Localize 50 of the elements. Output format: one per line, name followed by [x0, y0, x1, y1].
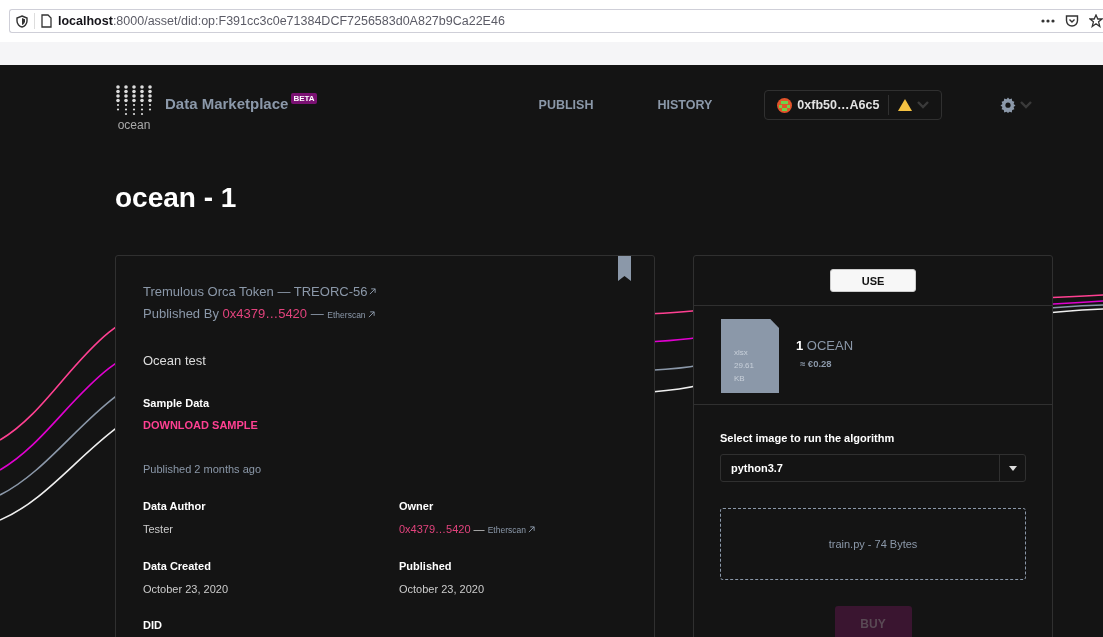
use-tab[interactable]: USE [830, 269, 916, 292]
nav-link[interactable]: PUBLISH [538, 98, 594, 112]
description-text: Ocean test [143, 353, 207, 368]
field-label: Published [399, 559, 453, 573]
beta-badge: BETA [291, 92, 317, 104]
star-icon[interactable] [1089, 14, 1103, 28]
datatoken-link[interactable]: Tremulous Orca Token — TREORC-56 [143, 284, 377, 299]
etherscan-link[interactable]: Etherscan [487, 525, 535, 535]
address-link[interactable]: 0x4379…5420 [222, 306, 308, 321]
site-title[interactable]: Data Marketplace [165, 94, 289, 112]
caret-icon [1008, 465, 1017, 471]
nav-link[interactable]: HISTORY [657, 98, 713, 112]
logo-icon[interactable] [115, 84, 153, 117]
external-link-icon [369, 288, 377, 295]
field-label: Data Created [143, 559, 212, 573]
avatar-icon [777, 97, 793, 113]
field-value: October 23, 2020 [143, 582, 229, 596]
url-text: localhost:8000/asset/did:op:F391cc3c0e71384DCF7256583d0A827b9Ca22E46 [58, 14, 505, 28]
etherscan-link[interactable]: Etherscan [327, 310, 375, 320]
algorithm-dropzone[interactable]: train.py - 74 Bytes [720, 508, 1026, 580]
external-link-icon [527, 526, 535, 533]
page-icon [41, 14, 52, 28]
field-label: Owner [399, 499, 435, 513]
select-label: Select image to run the algorithm [720, 431, 896, 445]
price-amount: 1 [796, 338, 804, 353]
address-link[interactable]: 0x4379…5420 [399, 523, 471, 535]
shield-icon[interactable] [16, 14, 28, 28]
field-value: Tester [143, 522, 174, 536]
download-sample-link[interactable]: DOWNLOAD SAMPLE [143, 419, 258, 431]
owner-line: 0x4379…5420 — Etherscan [399, 522, 627, 537]
publisher-line: Published By 0x4379…5420 — Etherscan [143, 306, 627, 323]
field-label: Data Author [143, 499, 207, 513]
published-date-text: Published 2 months ago [143, 463, 263, 475]
logo-text: ocean [117, 117, 151, 132]
chevron-down-icon [1020, 101, 1033, 109]
image-select[interactable]: python3.7 [720, 454, 1026, 482]
section-label: Sample Data [143, 396, 211, 410]
field-value: October 23, 2020 [399, 582, 485, 596]
settings-icon[interactable] [1000, 97, 1017, 113]
chevron-down-icon [917, 101, 930, 109]
pocket-icon[interactable] [1065, 14, 1079, 28]
address-bar[interactable]: localhost:8000/asset/did:op:F391cc3c0e71384DCF7256583d0A827b9Ca22E46 [9, 9, 1103, 33]
field-label: DID [143, 618, 163, 632]
more-icon[interactable] [1041, 19, 1055, 23]
page-title: ocean - 1 [115, 181, 238, 215]
price-token: OCEAN [806, 338, 854, 353]
bookmark-icon[interactable] [618, 256, 631, 281]
wallet-button[interactable]: 0xfb50…A6c5 [764, 90, 943, 120]
external-link-icon [367, 311, 375, 318]
fiat-price: ≈ €0.28 [800, 358, 833, 369]
